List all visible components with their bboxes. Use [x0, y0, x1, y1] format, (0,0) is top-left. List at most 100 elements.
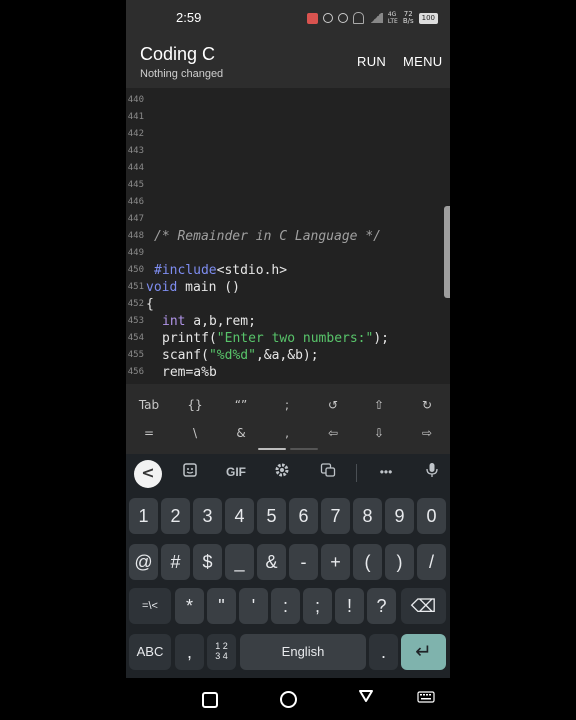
line-number: 444	[127, 163, 144, 173]
code-editor[interactable]: 440 441 442 443 444 445 446 447 448 /* R…	[126, 88, 450, 384]
key-7[interactable]: 7	[321, 498, 350, 534]
keyboard-icon	[417, 691, 435, 703]
key-double-quote[interactable]: "	[207, 588, 236, 624]
backspace-icon[interactable]: ⌫	[401, 588, 446, 624]
symbol-key-backslash[interactable]: \	[172, 419, 218, 447]
code-line: 448 /* Remainder in C Language */	[126, 228, 450, 245]
key-period[interactable]: .	[369, 634, 398, 670]
enter-icon[interactable]: ↵	[401, 634, 446, 670]
key-exclamation[interactable]: !	[335, 588, 364, 624]
symbol-key-comma[interactable]: ,	[264, 419, 310, 447]
line-number: 456	[127, 367, 144, 377]
code-line: 447	[126, 211, 450, 228]
alarm-icon	[337, 13, 348, 23]
code-line: 451 void main ()	[126, 279, 450, 296]
key-underscore[interactable]: _	[225, 544, 254, 580]
square-icon	[202, 691, 218, 708]
app-subtitle: Nothing changed	[140, 68, 224, 80]
home-button[interactable]	[278, 689, 298, 709]
code-text: #include<stdio.h>	[154, 262, 287, 279]
line-number: 441	[127, 112, 144, 122]
key-5[interactable]: 5	[257, 498, 286, 534]
key-1[interactable]: 1	[129, 498, 158, 534]
arrow-left-icon[interactable]: ⇦	[310, 419, 356, 447]
key-at[interactable]: @	[129, 544, 158, 580]
key-4[interactable]: 4	[225, 498, 254, 534]
gif-button[interactable]: GIF	[222, 462, 250, 482]
back-button[interactable]	[356, 689, 376, 709]
arrow-down-icon[interactable]: ⇩	[356, 419, 402, 447]
key-comma[interactable]: ,	[175, 634, 204, 670]
key-8[interactable]: 8	[353, 498, 382, 534]
key-ampersand[interactable]: &	[257, 544, 286, 580]
data-saver-icon	[322, 13, 333, 23]
key-more-symbols[interactable]: =\<	[129, 588, 171, 624]
redo-icon[interactable]: ↻	[404, 391, 450, 419]
scroll-handle[interactable]	[444, 206, 450, 298]
line-number: 450	[127, 265, 144, 275]
function-token: scanf(	[162, 348, 209, 363]
keyboard-switch-button[interactable]	[416, 689, 436, 709]
arrow-right-icon[interactable]: ⇨	[404, 419, 450, 447]
code-line: 440	[126, 92, 450, 109]
gear-icon[interactable]	[268, 462, 296, 482]
screen-cast-icon	[306, 12, 318, 24]
key-semicolon[interactable]: ;	[303, 588, 332, 624]
code-text: /* Remainder in C Language */	[154, 228, 381, 245]
key-question[interactable]: ?	[367, 588, 396, 624]
code-text: int a,b,rem;	[162, 313, 256, 330]
signal-icon	[368, 13, 383, 23]
more-icon[interactable]: •••	[372, 462, 400, 482]
key-paren-close[interactable]: )	[385, 544, 414, 580]
network-speed: 72 B/s	[403, 11, 414, 25]
symbol-key-tab[interactable]: Tab	[126, 391, 172, 419]
space-bar[interactable]: English	[240, 634, 366, 670]
key-3[interactable]: 3	[193, 498, 222, 534]
back-arrow-icon[interactable]: <	[134, 460, 162, 488]
key-2[interactable]: 2	[161, 498, 190, 534]
abc-button[interactable]: ABC	[129, 634, 171, 670]
fraction-button[interactable]: 1 2 3 4	[207, 634, 236, 670]
key-0[interactable]: 0	[417, 498, 446, 534]
recents-button[interactable]	[200, 689, 220, 709]
key-slash[interactable]: /	[417, 544, 446, 580]
line-number: 440	[127, 95, 144, 105]
undo-icon[interactable]: ↺	[310, 391, 356, 419]
key-plus[interactable]: +	[321, 544, 350, 580]
mute-bell-icon	[352, 12, 364, 24]
key-hash[interactable]: #	[161, 544, 190, 580]
key-dollar[interactable]: $	[193, 544, 222, 580]
key-single-quote[interactable]: '	[239, 588, 268, 624]
symbol-key-semicolon[interactable]: ;	[264, 391, 310, 419]
code-line: 443	[126, 143, 450, 160]
key-6[interactable]: 6	[289, 498, 318, 534]
sticker-icon[interactable]	[176, 462, 204, 482]
network-bottom: LTE	[387, 18, 398, 25]
key-9[interactable]: 9	[385, 498, 414, 534]
code-line: 456 rem=a%b	[126, 364, 450, 381]
code-text: void main ()	[146, 279, 240, 296]
code-line: 454 printf("Enter two numbers:");	[126, 330, 450, 347]
code-text: rem=a%b	[162, 365, 217, 380]
line-number: 447	[127, 214, 144, 224]
key-colon[interactable]: :	[271, 588, 300, 624]
preprocessor-token: #include	[154, 263, 217, 278]
network-type: 4G LTE	[388, 11, 398, 25]
key-asterisk[interactable]: *	[175, 588, 204, 624]
key-paren-open[interactable]: (	[353, 544, 382, 580]
comment-token: /* Remainder in C Language */	[154, 229, 381, 244]
key-minus[interactable]: -	[289, 544, 318, 580]
arrow-up-icon[interactable]: ⇧	[356, 391, 402, 419]
translate-icon[interactable]	[314, 462, 342, 482]
symbol-key-equals[interactable]: =	[126, 419, 172, 447]
symbol-key-ampersand[interactable]: &	[218, 419, 264, 447]
code-line: 441	[126, 109, 450, 126]
symbol-key-braces[interactable]: {}	[172, 391, 218, 419]
symbol-key-quotes[interactable]: “”	[218, 391, 264, 419]
punctuation-token: ,&a,&b);	[255, 348, 319, 363]
microphone-icon[interactable]	[418, 462, 446, 482]
code-line: 442	[126, 126, 450, 143]
fraction-top: 1 2	[215, 641, 228, 651]
run-button[interactable]: RUN	[357, 54, 386, 69]
menu-button[interactable]: MENU	[403, 54, 442, 69]
